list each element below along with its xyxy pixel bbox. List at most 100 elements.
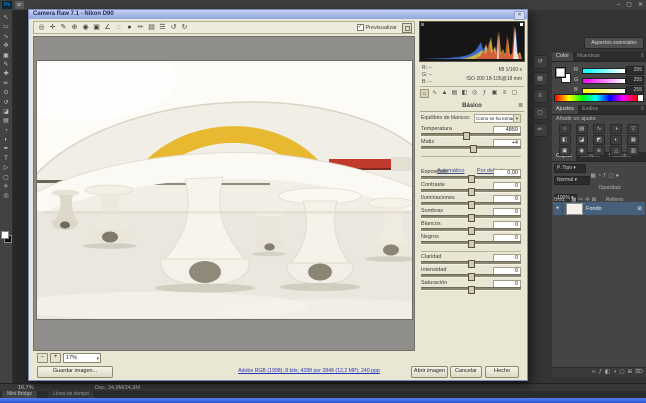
clone-stamp-tool-icon[interactable]: ⊙ — [0, 89, 13, 98]
slider-track[interactable] — [421, 261, 521, 265]
tab-hsl-grayscale-icon[interactable]: ▤ — [450, 89, 459, 98]
close-button[interactable]: ✕ — [638, 0, 643, 10]
invert-icon[interactable]: ◉ — [576, 146, 588, 156]
properties-panel-icon[interactable]: ▤ — [533, 72, 548, 86]
gradient-tool-icon[interactable]: ▤ — [0, 117, 13, 126]
tab-camera-calibration-icon[interactable]: ▣ — [490, 89, 499, 98]
spot-removal-tool-icon[interactable]: ◌ — [113, 22, 124, 33]
open-image-button[interactable]: Abrir imagen — [411, 366, 448, 378]
layer-mask-icon[interactable]: ◧ — [605, 368, 610, 377]
tab-snapshots-icon[interactable]: ▢ — [510, 89, 519, 98]
panel-menu-icon[interactable]: ≣ — [518, 101, 523, 111]
straighten-tool-icon[interactable]: ∠ — [102, 22, 113, 33]
channel-g-slider[interactable] — [582, 78, 626, 84]
layer-group-icon[interactable]: ▢ — [619, 368, 624, 377]
tab-lens-corrections-icon[interactable]: ◎ — [470, 89, 479, 98]
zoom-tool-icon[interactable]: ◎ — [36, 22, 47, 33]
rotate-left-button-icon[interactable]: ↺ — [168, 22, 179, 33]
restore-button[interactable]: ▢ — [626, 0, 632, 10]
color-ramp[interactable] — [554, 94, 638, 102]
delete-layer-icon[interactable]: ⌦ — [635, 368, 643, 377]
path-selection-tool-icon[interactable]: ▷ — [0, 164, 13, 173]
slider-track[interactable] — [421, 146, 521, 150]
adjustment-brush-tool-icon[interactable]: ✏ — [135, 22, 146, 33]
cancel-button[interactable]: Cancelar — [450, 366, 482, 378]
slider-handle[interactable] — [468, 286, 475, 294]
rotate-right-button-icon[interactable]: ↻ — [179, 22, 190, 33]
color-ramp-white-chip[interactable] — [637, 94, 644, 102]
hand-tool-icon[interactable]: ✛ — [0, 183, 13, 192]
type-tool-icon[interactable]: T — [0, 155, 13, 164]
slider-track[interactable] — [421, 189, 521, 193]
gradient-map-icon[interactable]: ▥ — [627, 146, 639, 156]
levels-icon[interactable]: ▤ — [576, 124, 588, 134]
photo-preview[interactable] — [37, 61, 412, 319]
shape-tool-icon[interactable]: ▢ — [0, 174, 13, 183]
info-panel-icon[interactable]: ≡ — [533, 89, 548, 103]
slider-track[interactable] — [421, 176, 521, 180]
preview-checkbox[interactable]: ✓ — [357, 24, 364, 31]
slider-track[interactable] — [421, 228, 521, 232]
link-layers-icon[interactable]: ∞ — [592, 368, 596, 377]
white-balance-select[interactable]: Como se ha tomado▾ — [474, 114, 521, 123]
layer-visibility-icon[interactable]: ● — [553, 202, 563, 215]
pen-tool-icon[interactable]: ✒ — [0, 145, 13, 154]
graduated-filter-tool-icon[interactable]: ▤ — [146, 22, 157, 33]
tab-mini-bridge[interactable]: Mini Bridge — [2, 391, 37, 398]
dialog-titlebar[interactable]: Camera Raw 7.1 - Nikon D90 ✕ — [29, 10, 527, 19]
tab-tone-curve-icon[interactable]: ∿ — [430, 89, 439, 98]
dialog-close-icon[interactable]: ✕ — [514, 11, 525, 20]
color-lookup-icon[interactable]: ▣ — [559, 146, 571, 156]
tab-presets-icon[interactable]: ≡ — [500, 89, 509, 98]
brush-tool-icon[interactable]: ✏ — [0, 80, 13, 89]
slider-track[interactable] — [421, 202, 521, 206]
brush-panel-icon[interactable]: ✏ — [533, 123, 548, 137]
tab-detail-icon[interactable]: ▲ — [440, 89, 449, 98]
brightness-contrast-icon[interactable]: ☼ — [559, 124, 571, 134]
zoom-tool-icon[interactable]: ◎ — [0, 192, 13, 201]
healing-brush-tool-icon[interactable]: ✚ — [0, 70, 13, 79]
zoom-in-button[interactable]: + — [50, 353, 61, 363]
exposure-icon[interactable]: ◑ — [610, 124, 622, 134]
dodge-tool-icon[interactable]: ◐ — [0, 136, 13, 145]
slider-track[interactable] — [421, 133, 521, 137]
vibrance-icon[interactable]: ▽ — [627, 124, 639, 134]
foreground-swatch[interactable] — [555, 67, 566, 78]
marquee-tool-icon[interactable]: ▭ — [0, 23, 13, 32]
slider-handle[interactable] — [468, 240, 475, 248]
tab-effects-icon[interactable]: ƒ — [480, 89, 489, 98]
workflow-options-link[interactable]: Adobe RGB (1998); 8 bits; 4288 por 2848 … — [189, 368, 429, 374]
photo-filter-icon[interactable]: ◐ — [610, 135, 622, 145]
slider-track[interactable] — [421, 274, 521, 278]
slider-handle[interactable] — [470, 145, 477, 153]
layer-filter-dropdown[interactable]: P. Tipo ▾ — [554, 164, 586, 173]
actions-panel-icon[interactable]: ▢ — [533, 106, 548, 120]
layer-row-fondo[interactable]: ● Fondo ⊠ — [553, 202, 645, 215]
fullscreen-toggle-icon[interactable] — [402, 23, 412, 33]
done-button[interactable]: Hecho — [485, 366, 519, 378]
hue-saturation-icon[interactable]: ◧ — [559, 135, 571, 145]
lasso-tool-icon[interactable]: ∿ — [0, 33, 13, 42]
new-layer-icon[interactable]: ⊞ — [628, 368, 633, 377]
color-sampler-tool-icon[interactable]: ⊕ — [69, 22, 80, 33]
white-balance-tool-icon[interactable]: ✎ — [58, 22, 69, 33]
threshold-icon[interactable]: △ — [610, 146, 622, 156]
foreground-background-swatches[interactable] — [1, 231, 12, 243]
targeted-adjustment-tool-icon[interactable]: ◉ — [80, 22, 91, 33]
color-balance-icon[interactable]: ◪ — [576, 135, 588, 145]
workspace-switcher[interactable]: Aspectos esenciales — [584, 37, 644, 49]
new-adjustment-layer-icon[interactable]: ◑ — [613, 368, 616, 377]
channel-mixer-icon[interactable]: ▦ — [627, 135, 639, 145]
quick-selection-tool-icon[interactable]: ✜ — [0, 42, 13, 51]
posterize-icon[interactable]: ≋ — [593, 146, 605, 156]
tab-basic-icon[interactable]: ☼ — [420, 89, 429, 98]
history-brush-tool-icon[interactable]: ↺ — [0, 99, 13, 108]
crop-tool-icon[interactable]: ▣ — [0, 52, 13, 61]
zoom-out-button[interactable]: – — [37, 353, 48, 363]
curves-icon[interactable]: ∿ — [593, 124, 605, 134]
bridge-icon[interactable]: Br — [15, 1, 24, 9]
history-panel-icon[interactable]: ↺ — [533, 55, 548, 69]
minimize-button[interactable]: – — [617, 0, 620, 10]
red-eye-tool-icon[interactable]: ● — [124, 22, 135, 33]
zoom-level-select[interactable]: 17%▾ — [63, 353, 101, 363]
